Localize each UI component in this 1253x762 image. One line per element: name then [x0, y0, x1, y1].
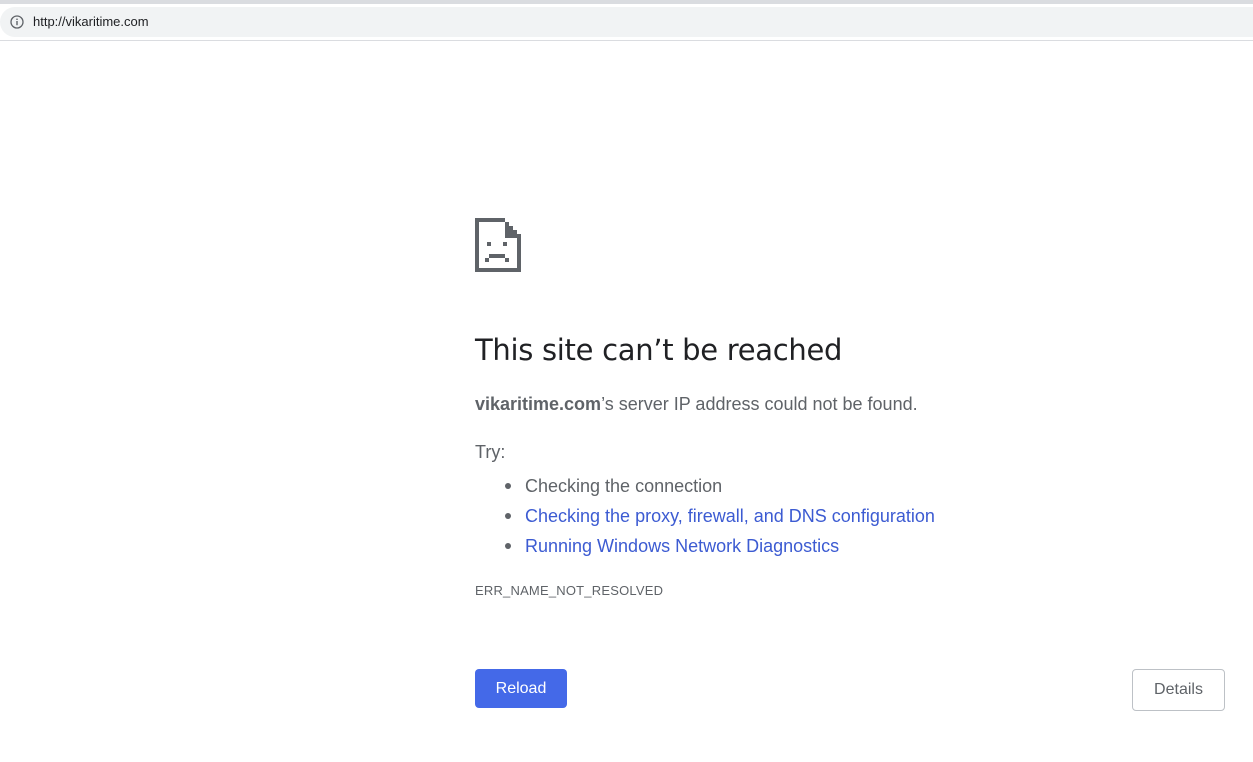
- suggestion-check-connection: Checking the connection: [505, 471, 935, 501]
- error-summary: vikaritime.com’s server IP address could…: [475, 393, 918, 415]
- address-bar[interactable]: http://vikaritime.com: [0, 7, 1253, 37]
- sad-page-icon: [475, 218, 521, 272]
- try-label: Try:: [475, 442, 506, 462]
- error-code: ERR_NAME_NOT_RESOLVED: [475, 583, 664, 598]
- suggestion-check-proxy-link[interactable]: Checking the proxy, firewall, and DNS co…: [505, 501, 935, 531]
- browser-top-strip: [0, 0, 1253, 4]
- suggestions-list: Checking the connection Checking the pro…: [505, 471, 935, 561]
- toolbar-divider: [0, 40, 1253, 41]
- page-title: This site can’t be reached: [475, 333, 843, 367]
- reload-button[interactable]: Reload: [475, 669, 567, 708]
- url-text[interactable]: http://vikaritime.com: [33, 14, 149, 30]
- bullet-icon: [505, 543, 511, 549]
- info-icon[interactable]: [10, 15, 24, 29]
- bullet-icon: [505, 483, 511, 489]
- summary-text: ’s server IP address could not be found.: [601, 394, 918, 414]
- suggestion-network-diagnostics-link[interactable]: Running Windows Network Diagnostics: [505, 531, 935, 561]
- summary-domain: vikaritime.com: [475, 394, 602, 414]
- details-button[interactable]: Details: [1132, 669, 1225, 711]
- bullet-icon: [505, 513, 511, 519]
